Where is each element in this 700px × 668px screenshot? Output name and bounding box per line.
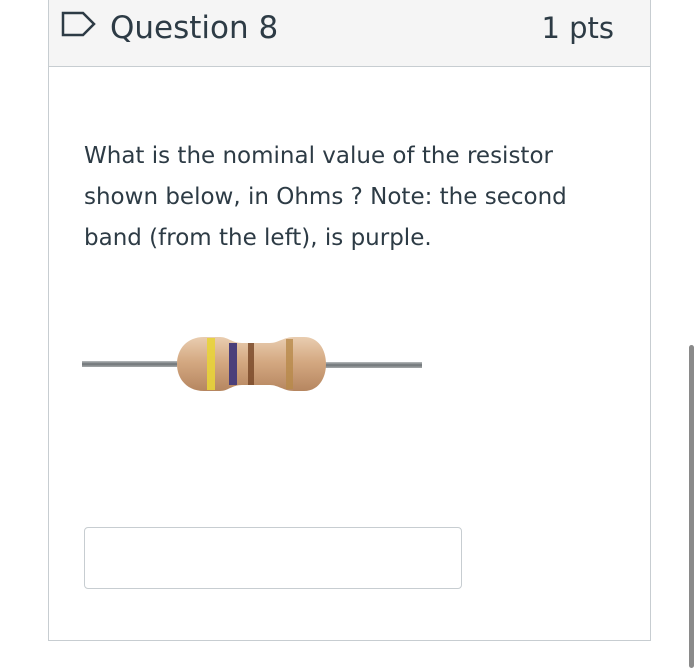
question-text: What is the nominal value of the resisto… (84, 143, 567, 251)
question-points: 1 pts (541, 11, 614, 45)
resistor-right-lead (317, 362, 422, 368)
resistor-left-lead (82, 361, 177, 367)
question-card: Question 8 1 pts What is the nominal val… (48, 0, 651, 641)
quiz-page: Question 8 1 pts What is the nominal val… (0, 0, 700, 668)
flag-question-icon[interactable] (61, 11, 97, 37)
answer-input[interactable] (84, 527, 462, 589)
question-title: Question 8 (110, 10, 279, 46)
resistor-band-3 (248, 343, 254, 385)
question-header: Question 8 1 pts (49, 0, 650, 67)
resistor-band-2 (229, 343, 237, 385)
resistor-band-1 (207, 338, 215, 390)
resistor-band-4 (286, 339, 293, 389)
resistor-image (82, 337, 422, 391)
scrollbar-thumb[interactable] (689, 345, 694, 668)
